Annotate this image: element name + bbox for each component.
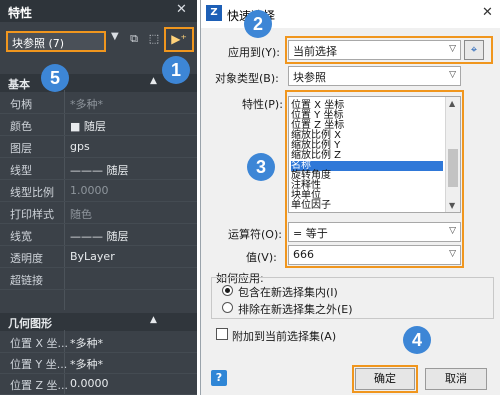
property-row-linetype[interactable]: 线型 ——— 随层: [0, 158, 197, 180]
chevron-down-icon: ▽: [449, 70, 456, 80]
property-key: 线型: [10, 164, 32, 177]
quick-select-button[interactable]: ▶⁺: [164, 27, 194, 52]
close-icon[interactable]: ✕: [176, 2, 187, 17]
property-key: 位置 X 坐...: [10, 337, 69, 350]
apply-to-value: 当前选择: [293, 45, 337, 58]
property-key: 线型比例: [10, 186, 54, 199]
include-radio-label[interactable]: 包含在新选择集内(I): [238, 284, 338, 300]
property-value: ——— 随层: [70, 230, 129, 243]
cancel-button[interactable]: 取消: [425, 368, 487, 390]
chevron-down-icon: ▽: [449, 226, 456, 236]
property-row-transparency[interactable]: 透明度 ByLayer: [0, 246, 197, 268]
property-row-plotstyle[interactable]: 打印样式 随色: [0, 202, 197, 224]
close-icon[interactable]: ✕: [482, 5, 493, 20]
list-item[interactable]: 单位因子: [291, 201, 331, 211]
exclude-radio-label[interactable]: 排除在新选择集之外(E): [238, 301, 353, 317]
property-row-linetype-scale[interactable]: 线型比例 1.0000: [0, 180, 197, 202]
step-badge-4: 4: [403, 326, 431, 354]
scroll-down-icon[interactable]: ▼: [449, 201, 455, 210]
ok-button[interactable]: 确定: [355, 368, 415, 390]
property-value: 0.0000: [70, 377, 109, 390]
object-type-select[interactable]: 块参照 ▽: [288, 66, 461, 86]
section-geometry-header[interactable]: 几何图形 ▲: [0, 313, 197, 331]
properties-title: 特性: [8, 6, 33, 20]
value-text: 666: [293, 248, 314, 261]
apply-to-label: 应用到(Y):: [228, 46, 281, 59]
properties-label: 特性(P):: [242, 98, 283, 111]
property-row-lineweight[interactable]: 线宽 ——— 随层: [0, 224, 197, 246]
step-badge-5: 5: [41, 64, 69, 92]
property-key: 打印样式: [10, 208, 54, 221]
section-basic-label: 基本: [8, 78, 30, 91]
chevron-down-icon: ▽: [449, 44, 456, 54]
select-objects-button[interactable]: ⌖: [464, 40, 484, 60]
property-value: ByLayer: [70, 250, 115, 263]
step-badge-1: 1: [162, 56, 190, 84]
property-key: 透明度: [10, 252, 43, 265]
select-objects-icon[interactable]: ⬚: [146, 30, 162, 48]
operator-value: = 等于: [293, 227, 328, 240]
properties-listbox[interactable]: 位置 X 坐标 位置 Y 坐标 位置 Z 坐标 缩放比例 X 缩放比例 Y 缩放…: [288, 96, 461, 213]
operator-select[interactable]: = 等于 ▽: [288, 222, 461, 242]
value-select[interactable]: 666 ▽: [288, 245, 461, 265]
append-checkbox-label[interactable]: 附加到当前选择集(A): [232, 328, 336, 344]
property-row-color[interactable]: 颜色 ■ 随层: [0, 114, 197, 136]
quick-select-icon: ▶⁺: [171, 32, 187, 46]
selection-dropdown[interactable]: 块参照 (7): [6, 31, 106, 52]
object-type-label: 对象类型(B):: [215, 72, 279, 85]
property-value: *多种*: [70, 98, 103, 111]
section-geometry-label: 几何图形: [8, 317, 52, 330]
operator-label: 运算符(O):: [228, 228, 282, 241]
property-row-position-x[interactable]: 位置 X 坐... *多种*: [0, 331, 197, 353]
property-value: ■ 随层: [70, 120, 106, 133]
object-type-value: 块参照: [293, 71, 326, 84]
property-row-layer[interactable]: 图层 gps: [0, 136, 197, 158]
property-key: 线宽: [10, 230, 32, 243]
app-logo-icon: Z: [206, 5, 222, 21]
property-key: 图层: [10, 142, 32, 155]
scroll-up-icon[interactable]: ▲: [449, 99, 455, 108]
apply-to-select[interactable]: 当前选择 ▽: [288, 40, 461, 60]
exclude-radio[interactable]: [222, 302, 233, 313]
value-label: 值(V):: [246, 251, 277, 264]
property-value: 1.0000: [70, 184, 109, 197]
collapse-icon: ▲: [150, 315, 157, 325]
property-row-position-z[interactable]: 位置 Z 坐... 0.0000: [0, 373, 197, 395]
select-objects-icon: ⌖: [470, 43, 478, 56]
property-key: 超链接: [10, 274, 43, 287]
property-row-handle[interactable]: 句柄 *多种*: [0, 92, 197, 114]
collapse-icon: ▲: [150, 76, 157, 86]
property-row-position-y[interactable]: 位置 Y 坐... *多种*: [0, 352, 197, 374]
property-key: 颜色: [10, 120, 32, 133]
property-value: *多种*: [70, 337, 103, 350]
properties-titlebar: 特性 ✕: [0, 0, 197, 22]
include-radio[interactable]: [222, 285, 233, 296]
property-key: 位置 Y 坐...: [10, 358, 68, 371]
property-value: ——— 随层: [70, 164, 129, 177]
quick-select-dialog: Z 快速选择 ✕ 应用到(Y): 当前选择 ▽ ⌖ 对象类型(B): 块参照 ▽…: [200, 0, 500, 395]
toggle-pickadd-icon[interactable]: ⧉: [126, 30, 142, 48]
property-value: gps: [70, 140, 90, 153]
chevron-down-icon: ▽: [449, 249, 456, 259]
property-value: *多种*: [70, 358, 103, 371]
append-checkbox[interactable]: [216, 328, 228, 340]
step-badge-3: 3: [247, 153, 275, 181]
property-key: 句柄: [10, 98, 32, 111]
property-key: 位置 Z 坐...: [10, 379, 69, 392]
step-badge-2: 2: [244, 10, 272, 38]
property-row-hyperlink[interactable]: 超链接: [0, 268, 197, 290]
help-button[interactable]: ?: [211, 370, 227, 386]
scroll-thumb[interactable]: [448, 149, 458, 187]
list-scrollbar[interactable]: ▲ ▼: [445, 97, 460, 212]
chevron-down-icon[interactable]: ▼: [111, 31, 119, 42]
property-value: 随色: [70, 208, 92, 221]
